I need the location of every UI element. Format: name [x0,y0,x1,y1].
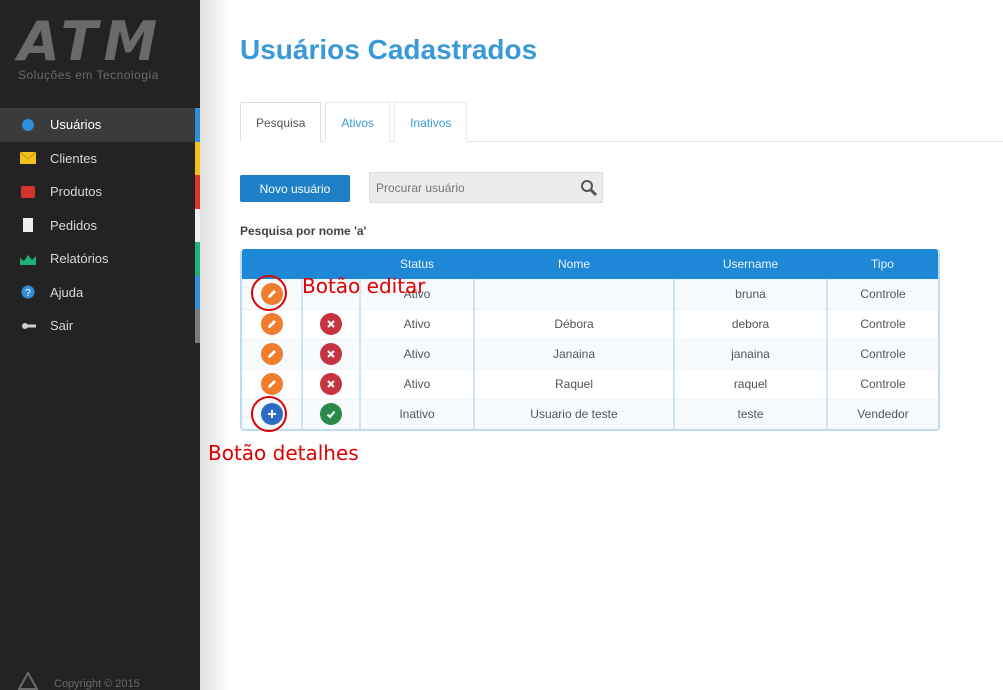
sidebar-item-label: Pedidos [50,217,97,233]
deactivate-button[interactable] [320,373,342,395]
table-row: Inativo Usuario de teste teste Vendedor [242,398,938,429]
username-cell: janaina [673,338,827,369]
svg-text:?: ? [25,288,31,299]
status-cell: Inativo [359,398,474,429]
annotation-detail-label: Botão detalhes [208,441,359,465]
search-icon[interactable] [576,179,602,197]
sidebar-item-ajuda[interactable]: ? Ajuda [0,275,200,309]
status-cell: Ativo [359,338,474,369]
sidebar-item-label: Sair [50,318,74,334]
table-row: Ativo Raquel raquel Controle [242,368,938,399]
triangle-logo-icon [18,672,38,690]
sidebar-shadow [200,0,230,690]
toggle-cell [301,398,360,429]
user-icon [22,118,34,131]
column-header-nome[interactable]: Nome [474,249,674,279]
sidebar-item-label: Relatórios [50,251,109,267]
search-input[interactable] [370,173,576,202]
tipo-cell: Controle [826,278,938,309]
edit-button[interactable] [260,343,283,365]
toggle-cell [301,308,360,339]
tipo-cell: Controle [826,338,938,369]
edit-button[interactable] [260,373,283,395]
table-row: Ativo Janaina janaina Controle [242,338,938,369]
action-cell [242,308,302,339]
username-cell: raquel [673,368,827,399]
nome-cell: Janaina [473,338,674,369]
page-title: Usuários Cadastrados [240,34,538,65]
column-header-tipo[interactable]: Tipo [827,249,938,279]
username-cell: teste [673,398,827,429]
table-row: Ativo Débora debora Controle [242,308,938,339]
pencil-icon [267,320,276,328]
sidebar-item-pedidos[interactable]: Pedidos [0,208,200,242]
toggle-cell [301,368,360,399]
tab-bar: Pesquisa Ativos Inativos [240,102,1003,142]
tipo-cell: Controle [826,308,938,339]
logo-tagline: Soluções em Tecnologia [18,68,159,82]
nome-cell [473,278,674,309]
username-cell: bruna [673,278,827,309]
nome-cell: Usuario de teste [473,398,674,429]
activate-button[interactable] [320,403,342,426]
sidebar-nav: Usuários Clientes Produtos Pedidos Relat… [0,108,200,343]
annotation-edit-label: Botão editar [302,274,426,298]
tab-ativos[interactable]: Ativos [325,102,391,142]
exit-icon [22,322,36,329]
copyright: Copyright © 2015 [18,666,140,690]
logo: ATM Soluções em Tecnologia [18,14,182,89]
search-box [369,172,603,203]
deactivate-button[interactable] [320,313,342,335]
pencil-icon [267,380,276,388]
toggle-cell [301,338,360,369]
column-header-username[interactable]: Username [674,249,827,279]
sidebar-item-usuarios[interactable]: Usuários [0,108,200,142]
action-cell [242,368,302,399]
status-cell: Ativo [359,368,474,399]
sidebar-item-label: Usuários [50,117,102,133]
sidebar-item-produtos[interactable]: Produtos [0,175,200,209]
help-icon: ? [21,285,35,299]
tipo-cell: Controle [826,368,938,399]
sidebar: ATM Soluções em Tecnologia Usuários Clie… [0,0,200,690]
new-user-button[interactable]: Novo usuário [240,175,350,202]
document-icon [23,218,33,233]
check-icon [326,411,336,419]
logo-mark: ATM [18,10,164,73]
close-icon [327,350,335,358]
chart-icon [20,254,36,265]
envelope-icon [20,151,36,165]
nome-cell: Débora [473,308,674,339]
tab-pesquisa[interactable]: Pesquisa [240,102,322,142]
pencil-icon [267,350,276,358]
annotation-detail-ring [251,396,287,432]
action-cell [242,338,302,369]
sidebar-item-label: Ajuda [50,284,84,300]
close-icon [327,320,335,328]
username-cell: debora [673,308,827,339]
copyright-text: Copyright © 2015 [54,678,140,690]
edit-button[interactable] [260,313,283,335]
sidebar-item-sair[interactable]: Sair [0,309,200,343]
tab-inativos[interactable]: Inativos [394,102,468,142]
filter-label: Pesquisa por nome 'a' [240,224,367,238]
status-cell: Ativo [359,308,474,339]
close-icon [327,380,335,388]
tipo-cell: Vendedor [826,398,938,429]
annotation-edit-ring [251,275,287,311]
nome-cell: Raquel [473,368,674,399]
box-icon [21,185,35,198]
sidebar-item-label: Produtos [50,184,103,200]
sidebar-item-relatorios[interactable]: Relatórios [0,242,200,276]
sidebar-item-label: Clientes [50,150,97,166]
sidebar-item-clientes[interactable]: Clientes [0,141,200,175]
deactivate-button[interactable] [320,343,342,365]
